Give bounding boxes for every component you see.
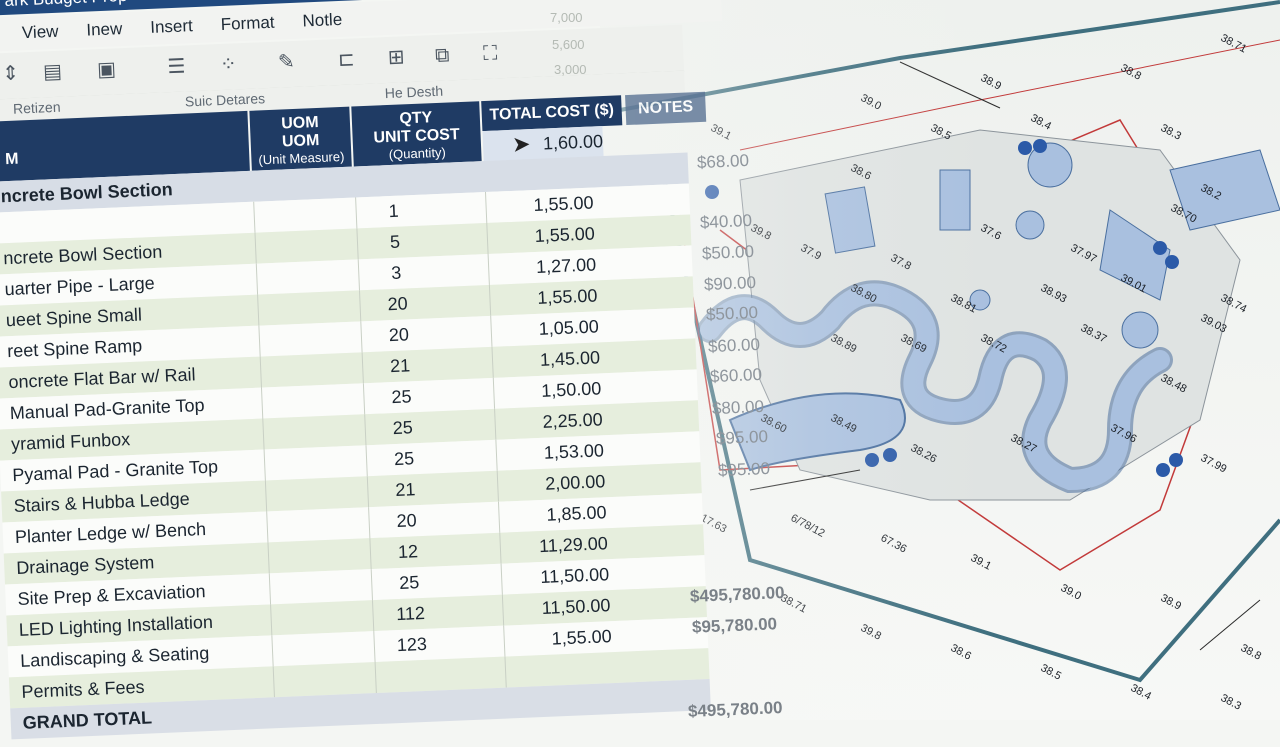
copy-icon[interactable]: ⧉ <box>429 42 456 69</box>
note-value: $95.00 <box>717 458 771 481</box>
light-marker-icon <box>1156 453 1183 477</box>
spreadsheet-window: ark Budget Prop View Inew Insert Format … <box>0 0 771 747</box>
grid-line <box>263 449 266 481</box>
resize-icon[interactable]: ⇕ <box>0 60 24 87</box>
note-value: $60.00 <box>709 364 763 387</box>
pencil-icon[interactable]: ✎ <box>273 49 300 76</box>
note-value: $40.00 <box>699 210 753 233</box>
note-value: $95,780.00 <box>691 614 778 637</box>
transform-icon[interactable]: ⛶ <box>477 40 504 67</box>
note-value: $495,780.00 <box>687 698 783 721</box>
grid-line <box>262 418 265 450</box>
elevation-label: 39.1 <box>969 552 994 573</box>
elevation-label: 38.4 <box>1129 682 1154 703</box>
grid-line <box>266 511 269 543</box>
elevation-label: 38.71 <box>1219 32 1249 56</box>
note-value: $90.00 <box>703 272 757 295</box>
grid-icon[interactable]: ⊞ <box>383 44 410 71</box>
scatter-icon[interactable]: ⁘ <box>215 51 242 78</box>
grid-line <box>258 325 261 357</box>
grid-line <box>272 666 275 698</box>
elevation-label: 38.3 <box>1219 692 1244 713</box>
elevation-label: 38.8 <box>1239 642 1264 663</box>
grid-line <box>270 604 273 636</box>
menu-insert[interactable]: Insert <box>150 16 193 38</box>
elevation-label: 38.6 <box>949 642 974 663</box>
col-header-uom[interactable]: UOM UOM (Unit Measure) <box>249 106 352 171</box>
elevation-label: 38.8 <box>1119 62 1144 83</box>
note-value: $50.00 <box>705 302 759 325</box>
faded-value: 3,000 <box>554 62 587 77</box>
elevation-label: 6/78/12 <box>789 512 827 540</box>
grid-line <box>268 573 272 605</box>
mouse-cursor-icon: ➤ <box>511 131 531 157</box>
col-header-qty[interactable]: QTY UNIT COST (Quantity) <box>351 101 482 167</box>
align-icon[interactable]: ⊏ <box>333 46 360 73</box>
elevation-label: 38.9 <box>979 72 1004 93</box>
grid-line <box>264 480 268 512</box>
elevation-label: 38.3 <box>1159 122 1184 143</box>
elevation-label: 39.0 <box>859 92 884 113</box>
notes-label: NOTES <box>637 98 694 118</box>
faded-value: 7,000 <box>550 10 583 25</box>
uom-sub-caption: (Unit Measure) <box>258 148 345 168</box>
note-value: $60.00 <box>707 334 761 357</box>
faded-value: 5,600 <box>552 37 585 52</box>
toolbar-group-label: He Desth <box>384 82 444 102</box>
planter-circle <box>1121 311 1159 349</box>
note-value: $95.00 <box>715 426 769 449</box>
menu-note[interactable]: Notle <box>302 10 342 32</box>
col-header-item[interactable]: M <box>0 110 250 182</box>
note-value: $50.00 <box>701 241 755 264</box>
col-header-item-label: M <box>4 150 19 169</box>
elevation-label: 38.4 <box>1029 112 1054 133</box>
grid-line <box>259 356 262 388</box>
layout-icon[interactable]: ▤ <box>39 59 66 86</box>
elevation-label: 37.99 <box>1199 452 1229 476</box>
planter-circle <box>1015 210 1045 240</box>
elevation-label: 38.9 <box>1159 592 1184 613</box>
grid-line <box>257 294 260 326</box>
grid-line <box>260 387 264 419</box>
menu-format[interactable]: Format <box>220 13 275 35</box>
col-header-notes[interactable]: NOTES <box>625 91 707 126</box>
list-indent-icon[interactable]: ☰ <box>163 53 190 80</box>
elevation-label: 39.8 <box>859 622 884 643</box>
total-cost-label: TOTAL COST ($) <box>489 101 615 124</box>
grid-line <box>271 635 274 667</box>
toolbar-group-label: Retizen <box>12 98 61 117</box>
grid-line <box>254 232 257 264</box>
frame-icon[interactable]: ▣ <box>93 56 120 83</box>
elevation-label: 39.0 <box>1059 582 1084 603</box>
grid-line <box>267 542 270 574</box>
grid-line <box>253 201 256 233</box>
elevation-label: 67.36 <box>879 532 909 556</box>
menu-new[interactable]: Inew <box>86 19 123 40</box>
elevation-label: 38.5 <box>1039 662 1064 683</box>
menu-view[interactable]: View <box>22 22 59 44</box>
note-value: $495,780.00 <box>689 583 785 606</box>
toolbar-group-label: Suic Detares <box>184 90 266 110</box>
note-value: $68.00 <box>696 150 750 173</box>
ramp-feature <box>939 169 971 231</box>
grid-line <box>255 263 259 295</box>
note-value: $80.00 <box>711 396 765 419</box>
